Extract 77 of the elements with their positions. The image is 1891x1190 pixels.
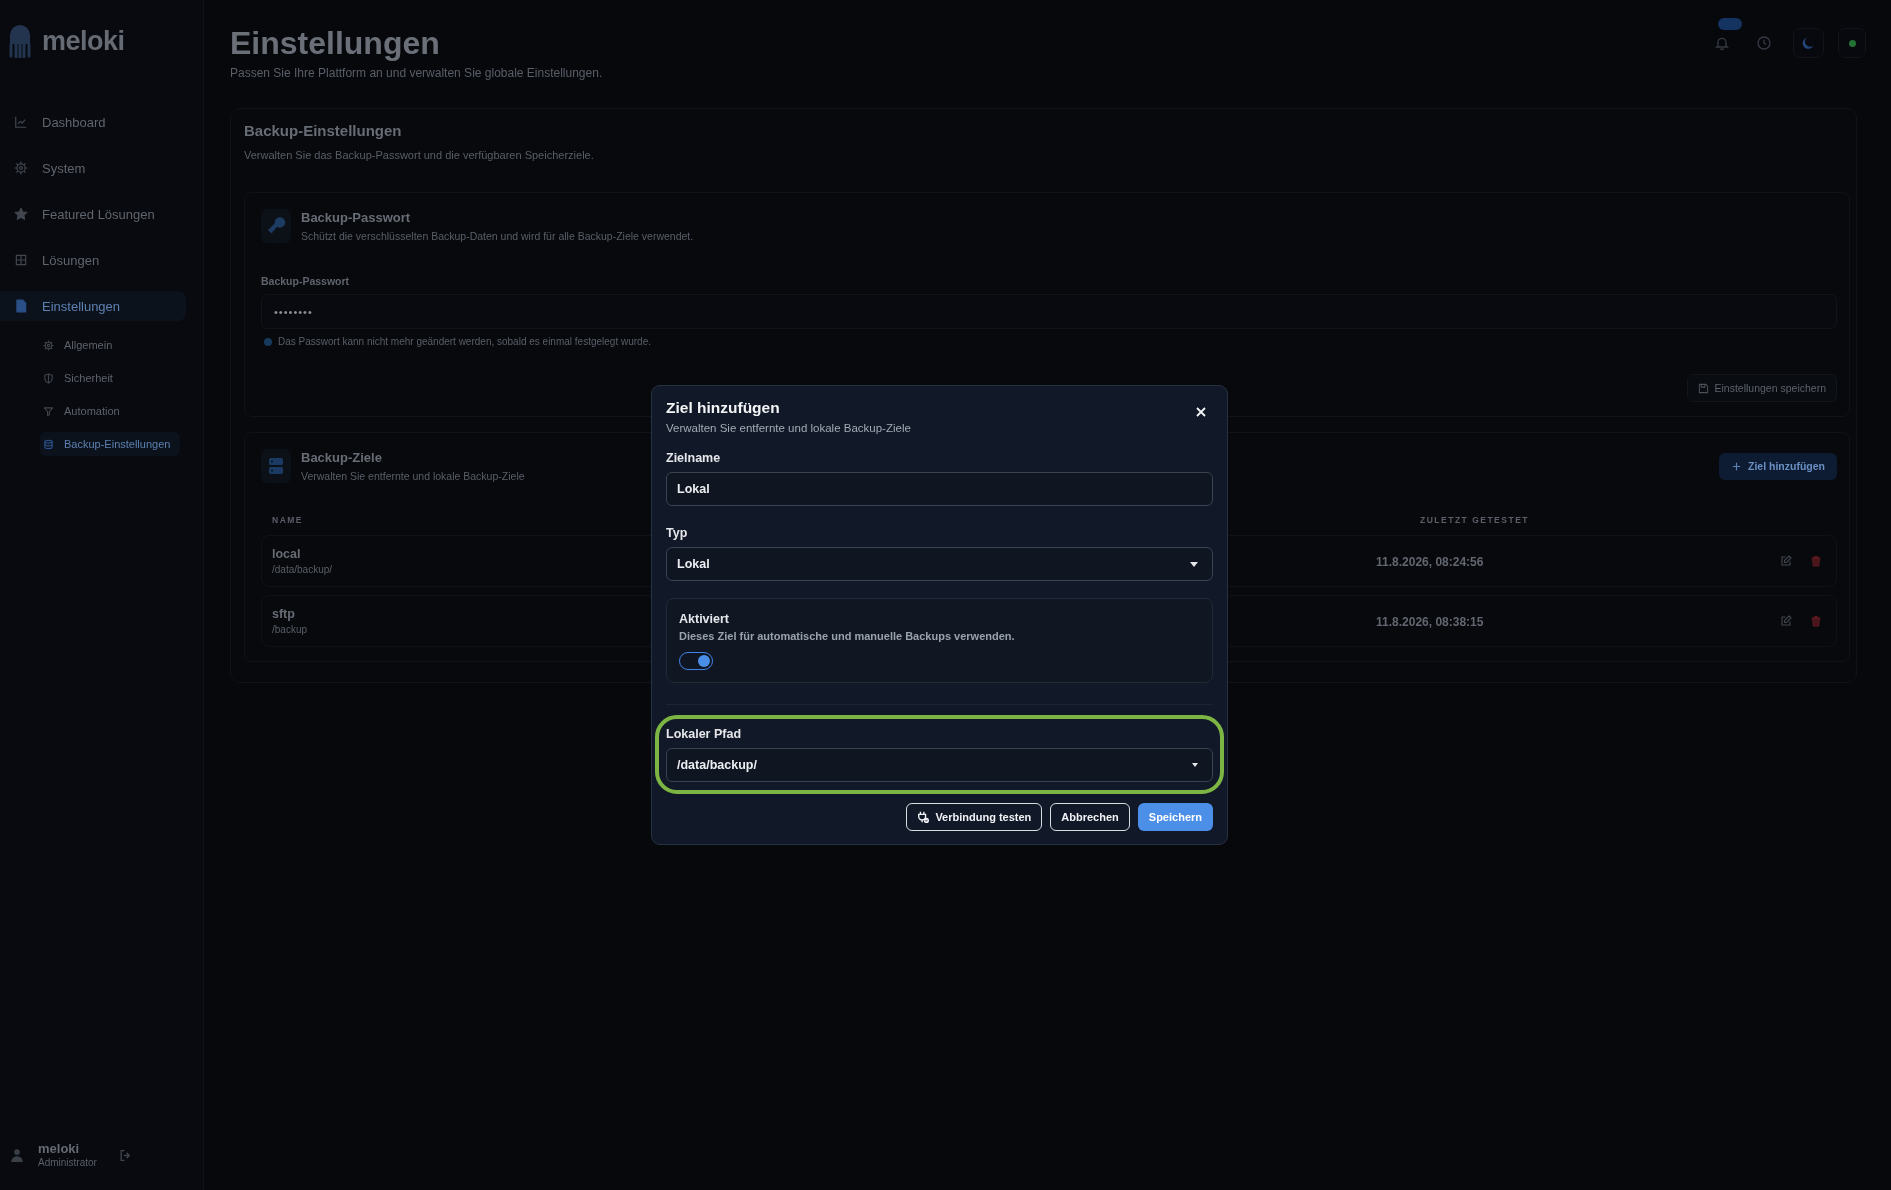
nav-item[interactable]: Dashboard bbox=[0, 107, 186, 137]
user-name: meloki bbox=[38, 1141, 81, 1156]
theme-button[interactable] bbox=[1793, 28, 1824, 58]
section-title: Backup-Ziele bbox=[301, 449, 382, 466]
user-role: Administrator bbox=[38, 1156, 98, 1169]
enabled-title: Aktiviert bbox=[679, 611, 731, 627]
card-title: Backup-Einstellungen bbox=[244, 121, 403, 141]
chart-icon bbox=[14, 115, 28, 129]
field-label: Backup-Passwort bbox=[261, 274, 351, 288]
column-header: ZULETZT GETESTET bbox=[1420, 514, 1529, 527]
toggle-switch[interactable] bbox=[679, 652, 713, 670]
server-icon bbox=[261, 449, 291, 483]
section-subtitle: Verwalten Sie entfernte und lokale Backup-Ziele bbox=[301, 469, 525, 483]
moon-icon bbox=[1801, 35, 1816, 51]
save-icon bbox=[1697, 382, 1709, 394]
caret-icon bbox=[1190, 561, 1198, 567]
cancel-button[interactable]: Abbrechen bbox=[1050, 803, 1130, 831]
plus-icon bbox=[1731, 460, 1742, 472]
bell-icon[interactable] bbox=[1714, 35, 1730, 51]
target-name: local bbox=[272, 545, 301, 563]
status-button[interactable] bbox=[1838, 28, 1866, 58]
status-dot-icon bbox=[1848, 39, 1856, 47]
dialog-subtitle: Verwalten Sie entfernte und lokale Backup-Ziele bbox=[666, 421, 911, 436]
edit-icon[interactable] bbox=[1780, 615, 1792, 627]
last-tested-cell: 11.8.2026, 08:38:15 bbox=[1376, 615, 1484, 629]
key-icon bbox=[261, 209, 291, 243]
caret-icon bbox=[1192, 763, 1198, 767]
gear-icon bbox=[14, 161, 28, 175]
test-connection-button[interactable]: Verbindung testen bbox=[906, 803, 1043, 831]
nav-subitem[interactable]: Sicherheit bbox=[40, 366, 180, 390]
nav-subitem[interactable]: Allgemein bbox=[40, 333, 180, 357]
path-select[interactable]: /data/backup/ bbox=[666, 748, 1213, 782]
nav-subitem[interactable]: Backup-Einstellungen bbox=[40, 432, 180, 456]
nav-item[interactable]: Lösungen bbox=[0, 245, 186, 275]
nav-item[interactable]: System bbox=[0, 153, 186, 183]
save-settings-button[interactable]: Einstellungen speichern bbox=[1686, 374, 1837, 402]
close-icon[interactable] bbox=[1196, 407, 1206, 417]
grid-icon bbox=[14, 253, 28, 267]
star-icon bbox=[14, 207, 28, 221]
nav-item[interactable]: Featured Lösungen bbox=[0, 199, 186, 229]
shield-icon bbox=[43, 372, 54, 384]
column-header: NAME bbox=[272, 514, 304, 527]
gear-icon bbox=[43, 339, 54, 351]
clock-icon[interactable] bbox=[1756, 35, 1772, 51]
page-subtitle: Passen Sie Ihre Plattform an und verwalten Sie globale Einstellungen. bbox=[230, 66, 603, 81]
field-label: Lokaler Pfad bbox=[666, 726, 743, 742]
add-target-button[interactable]: Ziel hinzufügen bbox=[1719, 452, 1837, 480]
page-title: Einstellungen bbox=[230, 24, 441, 62]
plug-icon bbox=[917, 811, 930, 823]
enabled-description: Dieses Ziel für automatische und manuelle Backups verwenden. bbox=[679, 629, 1016, 643]
password-field[interactable]: •••••••• bbox=[261, 294, 1837, 329]
name-input-field[interactable]: Lokal bbox=[666, 472, 1213, 506]
dot-icon bbox=[264, 337, 272, 346]
nav-subitem[interactable]: Automation bbox=[40, 399, 180, 423]
user-icon bbox=[10, 1148, 24, 1162]
card-subtitle: Verwalten Sie das Backup-Passwort und die verfügbaren Speicherziele. bbox=[244, 148, 595, 162]
trash-icon[interactable] bbox=[1810, 615, 1822, 627]
last-tested-cell: 11.8.2026, 08:24:56 bbox=[1376, 555, 1484, 569]
nav-item[interactable]: Einstellungen bbox=[0, 291, 186, 321]
database-icon bbox=[43, 438, 54, 450]
target-name: sftp bbox=[272, 605, 295, 623]
target-path: /backup bbox=[272, 622, 308, 637]
funnel-icon bbox=[43, 405, 54, 417]
target-path: /data/backup/ bbox=[272, 562, 333, 577]
logout-icon[interactable] bbox=[119, 1148, 132, 1162]
edit-icon[interactable] bbox=[1780, 555, 1792, 567]
dialog-title: Ziel hinzufügen bbox=[666, 398, 781, 418]
section-subtitle: Schützt die verschlüsselten Backup-Daten und wird für alle Backup-Ziele verwendet. bbox=[301, 229, 694, 243]
document-icon bbox=[14, 299, 28, 313]
logo-text: meloki bbox=[42, 25, 125, 57]
notification-badge-icon bbox=[1718, 18, 1742, 30]
section-title: Backup-Passwort bbox=[301, 209, 411, 226]
hint-text: Das Passwort kann nicht mehr geändert werden, sobald es einmal festgelegt wurde. bbox=[278, 335, 651, 348]
save-button[interactable]: Speichern bbox=[1137, 803, 1213, 831]
type-select[interactable]: Lokal bbox=[666, 547, 1213, 581]
field-label: Zielname bbox=[666, 450, 722, 466]
trash-icon[interactable] bbox=[1810, 555, 1822, 567]
